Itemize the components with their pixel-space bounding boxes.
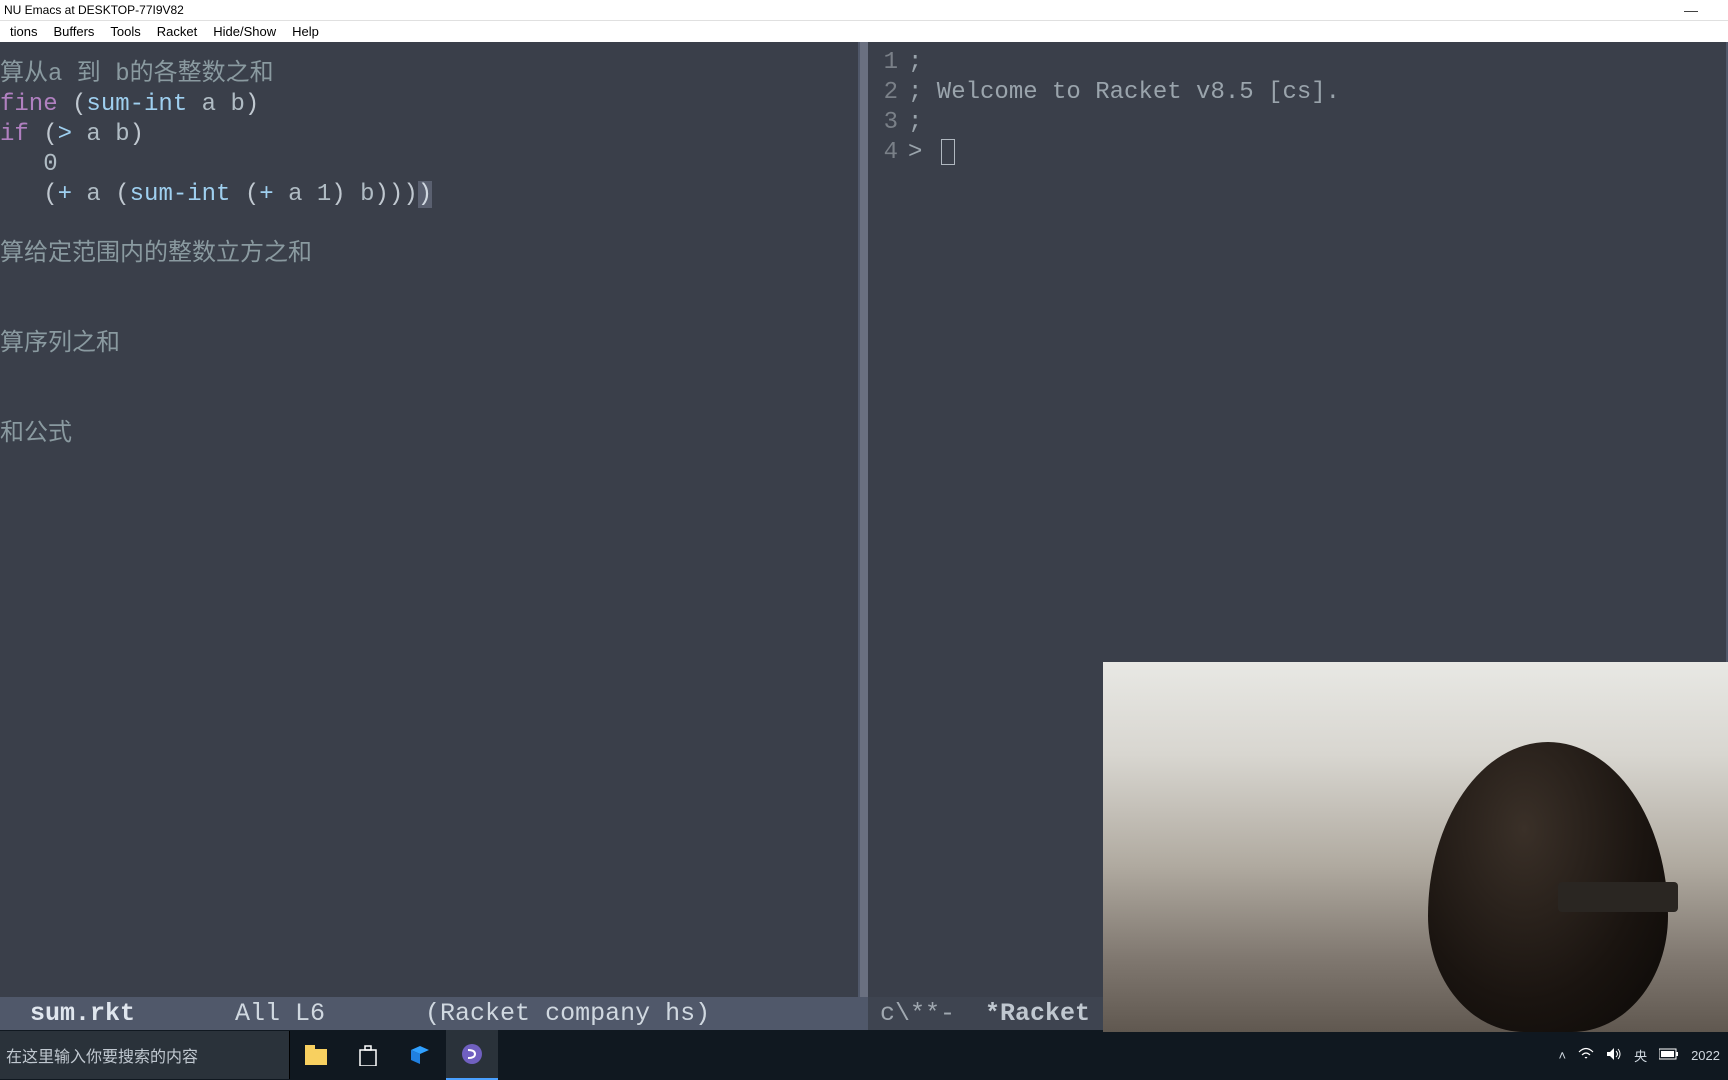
code-line: 算从a 到 b的各整数之和: [0, 60, 860, 90]
battery-icon[interactable]: [1659, 1048, 1679, 1063]
repl-line: ;: [908, 108, 1340, 138]
taskbar-apps: [290, 1030, 498, 1080]
modified-flags: c\**-: [880, 999, 955, 1028]
source-pane[interactable]: 算从a 到 b的各整数之和fine (sum-int a b)if (> a b…: [0, 42, 860, 997]
system-tray: ˄ 央 2022: [1558, 1046, 1720, 1065]
menu-help[interactable]: Help: [284, 24, 327, 39]
menu-tools[interactable]: Tools: [102, 24, 148, 39]
buffer-name: sum.rkt: [30, 999, 135, 1028]
window-title: NU Emacs at DESKTOP-77I9V82: [4, 3, 184, 17]
repl-content[interactable]: ;; Welcome to Racket v8.5 [cs].;>: [908, 48, 1340, 168]
repl-line: ; Welcome to Racket v8.5 [cs].: [908, 78, 1340, 108]
microsoft-store-icon[interactable]: [342, 1030, 394, 1080]
menu-hideshow[interactable]: Hide/Show: [205, 24, 284, 39]
code-line: if (> a b): [0, 120, 860, 150]
code-line: [0, 360, 860, 390]
repl-cursor[interactable]: [941, 139, 955, 165]
buffer-name: *Racket: [985, 999, 1090, 1028]
menu-racket[interactable]: Racket: [149, 24, 205, 39]
window-titlebar: NU Emacs at DESKTOP-77I9V82 —: [0, 0, 1728, 20]
taskbar-clock[interactable]: 2022: [1691, 1048, 1720, 1063]
file-explorer-icon[interactable]: [290, 1030, 342, 1080]
menu-buffers[interactable]: Buffers: [45, 24, 102, 39]
chevron-up-icon[interactable]: ˄: [1558, 1048, 1566, 1063]
volume-icon[interactable]: [1606, 1047, 1622, 1064]
code-line: 算给定范围内的整数立方之和: [0, 240, 860, 270]
code-line: [0, 210, 860, 240]
modeline-active[interactable]: sum.rkt All L6 (Racket company hs): [0, 997, 868, 1030]
code-line: [0, 390, 860, 420]
webcam-overlay: [1103, 662, 1728, 1032]
repl-line: >: [908, 138, 1340, 168]
code-line: 算序列之和: [0, 330, 860, 360]
code-line: (+ a (sum-int (+ a 1) b)))): [0, 180, 860, 210]
ime-indicator[interactable]: 央: [1634, 1046, 1647, 1065]
emacs-icon[interactable]: [446, 1030, 498, 1080]
code-line: fine (sum-int a b): [0, 90, 860, 120]
mode-indicator: (Racket company hs): [425, 999, 710, 1028]
menubar: tions Buffers Tools Racket Hide/Show Hel…: [0, 20, 1728, 42]
scrollbar[interactable]: [858, 42, 860, 997]
pane-divider[interactable]: [860, 42, 868, 997]
line-number: 2: [868, 78, 898, 108]
line-number: 1: [868, 48, 898, 78]
app-icon-blue[interactable]: [394, 1030, 446, 1080]
line-number: 3: [868, 108, 898, 138]
window-minimize-button[interactable]: —: [1684, 2, 1698, 18]
windows-taskbar: 在这里输入你要搜索的内容 ˄ 央 2022: [0, 1030, 1728, 1080]
code-line: [0, 270, 860, 300]
code-line: [0, 300, 860, 330]
taskbar-search[interactable]: 在这里输入你要搜索的内容: [0, 1031, 290, 1079]
search-placeholder: 在这里输入你要搜索的内容: [6, 1043, 198, 1067]
line-number: 4: [868, 138, 898, 168]
position-indicator: All L6: [235, 999, 325, 1028]
menu-options[interactable]: tions: [2, 24, 45, 39]
code-line: 0: [0, 150, 860, 180]
wifi-icon[interactable]: [1578, 1047, 1594, 1064]
repl-line: ;: [908, 48, 1340, 78]
line-gutter: 1234: [868, 48, 898, 168]
code-line: 和公式: [0, 420, 860, 450]
